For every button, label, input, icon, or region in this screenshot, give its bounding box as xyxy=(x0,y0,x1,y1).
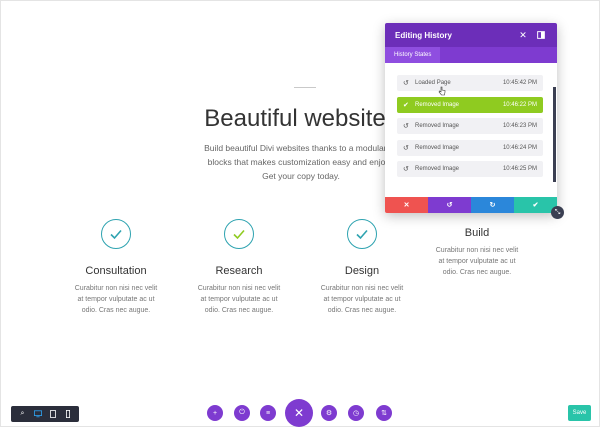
panel-tabs: History States xyxy=(385,47,557,63)
history-item-label: Loaded Page xyxy=(415,80,451,86)
tablet-view-icon[interactable] xyxy=(47,408,59,420)
undo-icon: ↺ xyxy=(403,144,409,152)
menu-icon[interactable]: ≡ xyxy=(260,405,276,421)
feature-text-line: odio. Cras nec augue. xyxy=(81,307,151,314)
feature-text-line: at tempor vulputate ac ut xyxy=(77,296,155,303)
feature-text-line: Curabitur non nisi nec velit xyxy=(197,285,281,292)
history-item-time: 10:46:22 PM xyxy=(502,101,537,108)
feature-consultation[interactable]: Consultation Curabitur non nisi nec veli… xyxy=(56,219,176,316)
history-item[interactable]: ↺ Removed Image 10:46:25 PM xyxy=(397,161,543,177)
feature-text-line: at tempor vulputate ac ut xyxy=(200,296,278,303)
expand-icon[interactable] xyxy=(535,29,547,41)
save-button[interactable]: Save xyxy=(568,405,591,421)
view-mode-bar: ⌕ xyxy=(11,406,79,422)
undo-icon: ↺ xyxy=(403,123,409,130)
history-item-label: Removed Image xyxy=(415,166,460,172)
history-item-label: Removed Image xyxy=(415,144,460,151)
add-icon[interactable]: + xyxy=(207,405,223,421)
history-item-label: Removed Image xyxy=(415,123,460,129)
history-item-time: 10:46:24 PM xyxy=(502,144,537,151)
check-circle-icon xyxy=(347,219,377,249)
history-item[interactable]: ↺ Loaded Page 10:45:42 PM xyxy=(397,75,543,91)
feature-text-line: Curabitur non nisi nec velit xyxy=(74,285,158,292)
feature-text-line: at tempor vulputate ac ut xyxy=(323,296,401,303)
feature-text-line: odio. Cras nec augue. xyxy=(327,307,397,314)
builder-toolbar: + ⏻ ≡ ✕ ⚙ ◷ ⇅ xyxy=(207,399,397,427)
undo-icon: ↺ xyxy=(446,202,453,209)
hero-divider xyxy=(294,87,316,88)
tab-history-states[interactable]: History States xyxy=(385,47,441,63)
history-item-time: 10:45:42 PM xyxy=(502,80,537,86)
undo-button[interactable]: ↺ xyxy=(428,197,471,213)
portability-icon[interactable]: ⇅ xyxy=(376,405,392,421)
feature-title: Design xyxy=(344,265,380,277)
feature-text: Curabitur non nisi nec velit at tempor v… xyxy=(56,283,176,316)
history-item-time: 10:46:25 PM xyxy=(502,166,537,172)
history-item-time: 10:46:23 PM xyxy=(502,123,537,129)
close-icon[interactable]: ✕ xyxy=(517,29,529,41)
feature-text-line: odio. Cras nec augue. xyxy=(204,307,274,314)
check-icon: ✔ xyxy=(532,202,539,209)
power-icon[interactable]: ⏻ xyxy=(234,405,250,421)
feature-research[interactable]: Research Curabitur non nisi nec velit at… xyxy=(179,219,299,316)
close-icon: ✕ xyxy=(403,202,410,209)
editing-history-panel[interactable]: Editing History ✕ History States ↺ Loade… xyxy=(385,23,557,213)
check-circle-icon xyxy=(101,219,131,249)
redo-icon: ↻ xyxy=(489,202,496,209)
check-circle-icon xyxy=(224,219,254,249)
feature-title: Build xyxy=(464,227,490,239)
settings-icon[interactable]: ⚙ xyxy=(321,405,337,421)
check-icon: ✔ xyxy=(403,101,409,109)
panel-header[interactable]: Editing History ✕ xyxy=(385,23,557,47)
redo-button[interactable]: ↻ xyxy=(471,197,514,213)
feature-design[interactable]: Design Curabitur non nisi nec velit at t… xyxy=(302,219,422,316)
feature-text: Curabitur non nisi nec velit at tempor v… xyxy=(417,245,537,278)
history-list: ↺ Loaded Page 10:45:42 PM ✔ Removed Imag… xyxy=(397,75,543,183)
history-item-label: Removed Image xyxy=(415,101,460,108)
feature-text: Curabitur non nisi nec velit at tempor v… xyxy=(302,283,422,316)
desktop-view-icon[interactable] xyxy=(32,408,44,420)
history-item-active[interactable]: ✔ Removed Image 10:46:22 PM xyxy=(397,96,543,113)
history-scrollbar[interactable] xyxy=(553,87,556,182)
feature-text-line: Curabitur non nisi nec velit xyxy=(435,247,519,254)
history-item[interactable]: ↺ Removed Image 10:46:23 PM xyxy=(397,118,543,134)
panel-title: Editing History xyxy=(395,30,452,40)
resize-handle-icon[interactable]: ⤡ xyxy=(551,206,564,219)
feature-build[interactable]: Build Curabitur non nisi nec velit at te… xyxy=(417,227,537,278)
panel-footer: ✕ ↺ ↻ ✔ xyxy=(385,197,557,213)
close-builder-icon[interactable]: ✕ xyxy=(285,399,313,427)
history-icon[interactable]: ◷ xyxy=(348,405,364,421)
page-canvas: Beautiful websites Build beautiful Divi … xyxy=(0,0,600,427)
feature-text-line: Curabitur non nisi nec velit xyxy=(320,285,404,292)
discard-button[interactable]: ✕ xyxy=(385,197,428,213)
zoom-icon[interactable]: ⌕ xyxy=(17,408,29,420)
feature-text-line: at tempor vulputate ac ut xyxy=(438,258,516,265)
feature-text: Curabitur non nisi nec velit at tempor v… xyxy=(179,283,299,316)
feature-text-line: odio. Cras nec augue. xyxy=(442,269,512,276)
feature-title: Research xyxy=(215,265,263,277)
phone-view-icon[interactable] xyxy=(62,408,74,420)
history-item[interactable]: ↺ Removed Image 10:46:24 PM xyxy=(397,139,543,156)
undo-icon: ↺ xyxy=(403,166,409,173)
mouse-cursor-icon xyxy=(438,86,446,96)
undo-icon: ↺ xyxy=(403,80,409,87)
feature-title: Consultation xyxy=(85,265,147,277)
